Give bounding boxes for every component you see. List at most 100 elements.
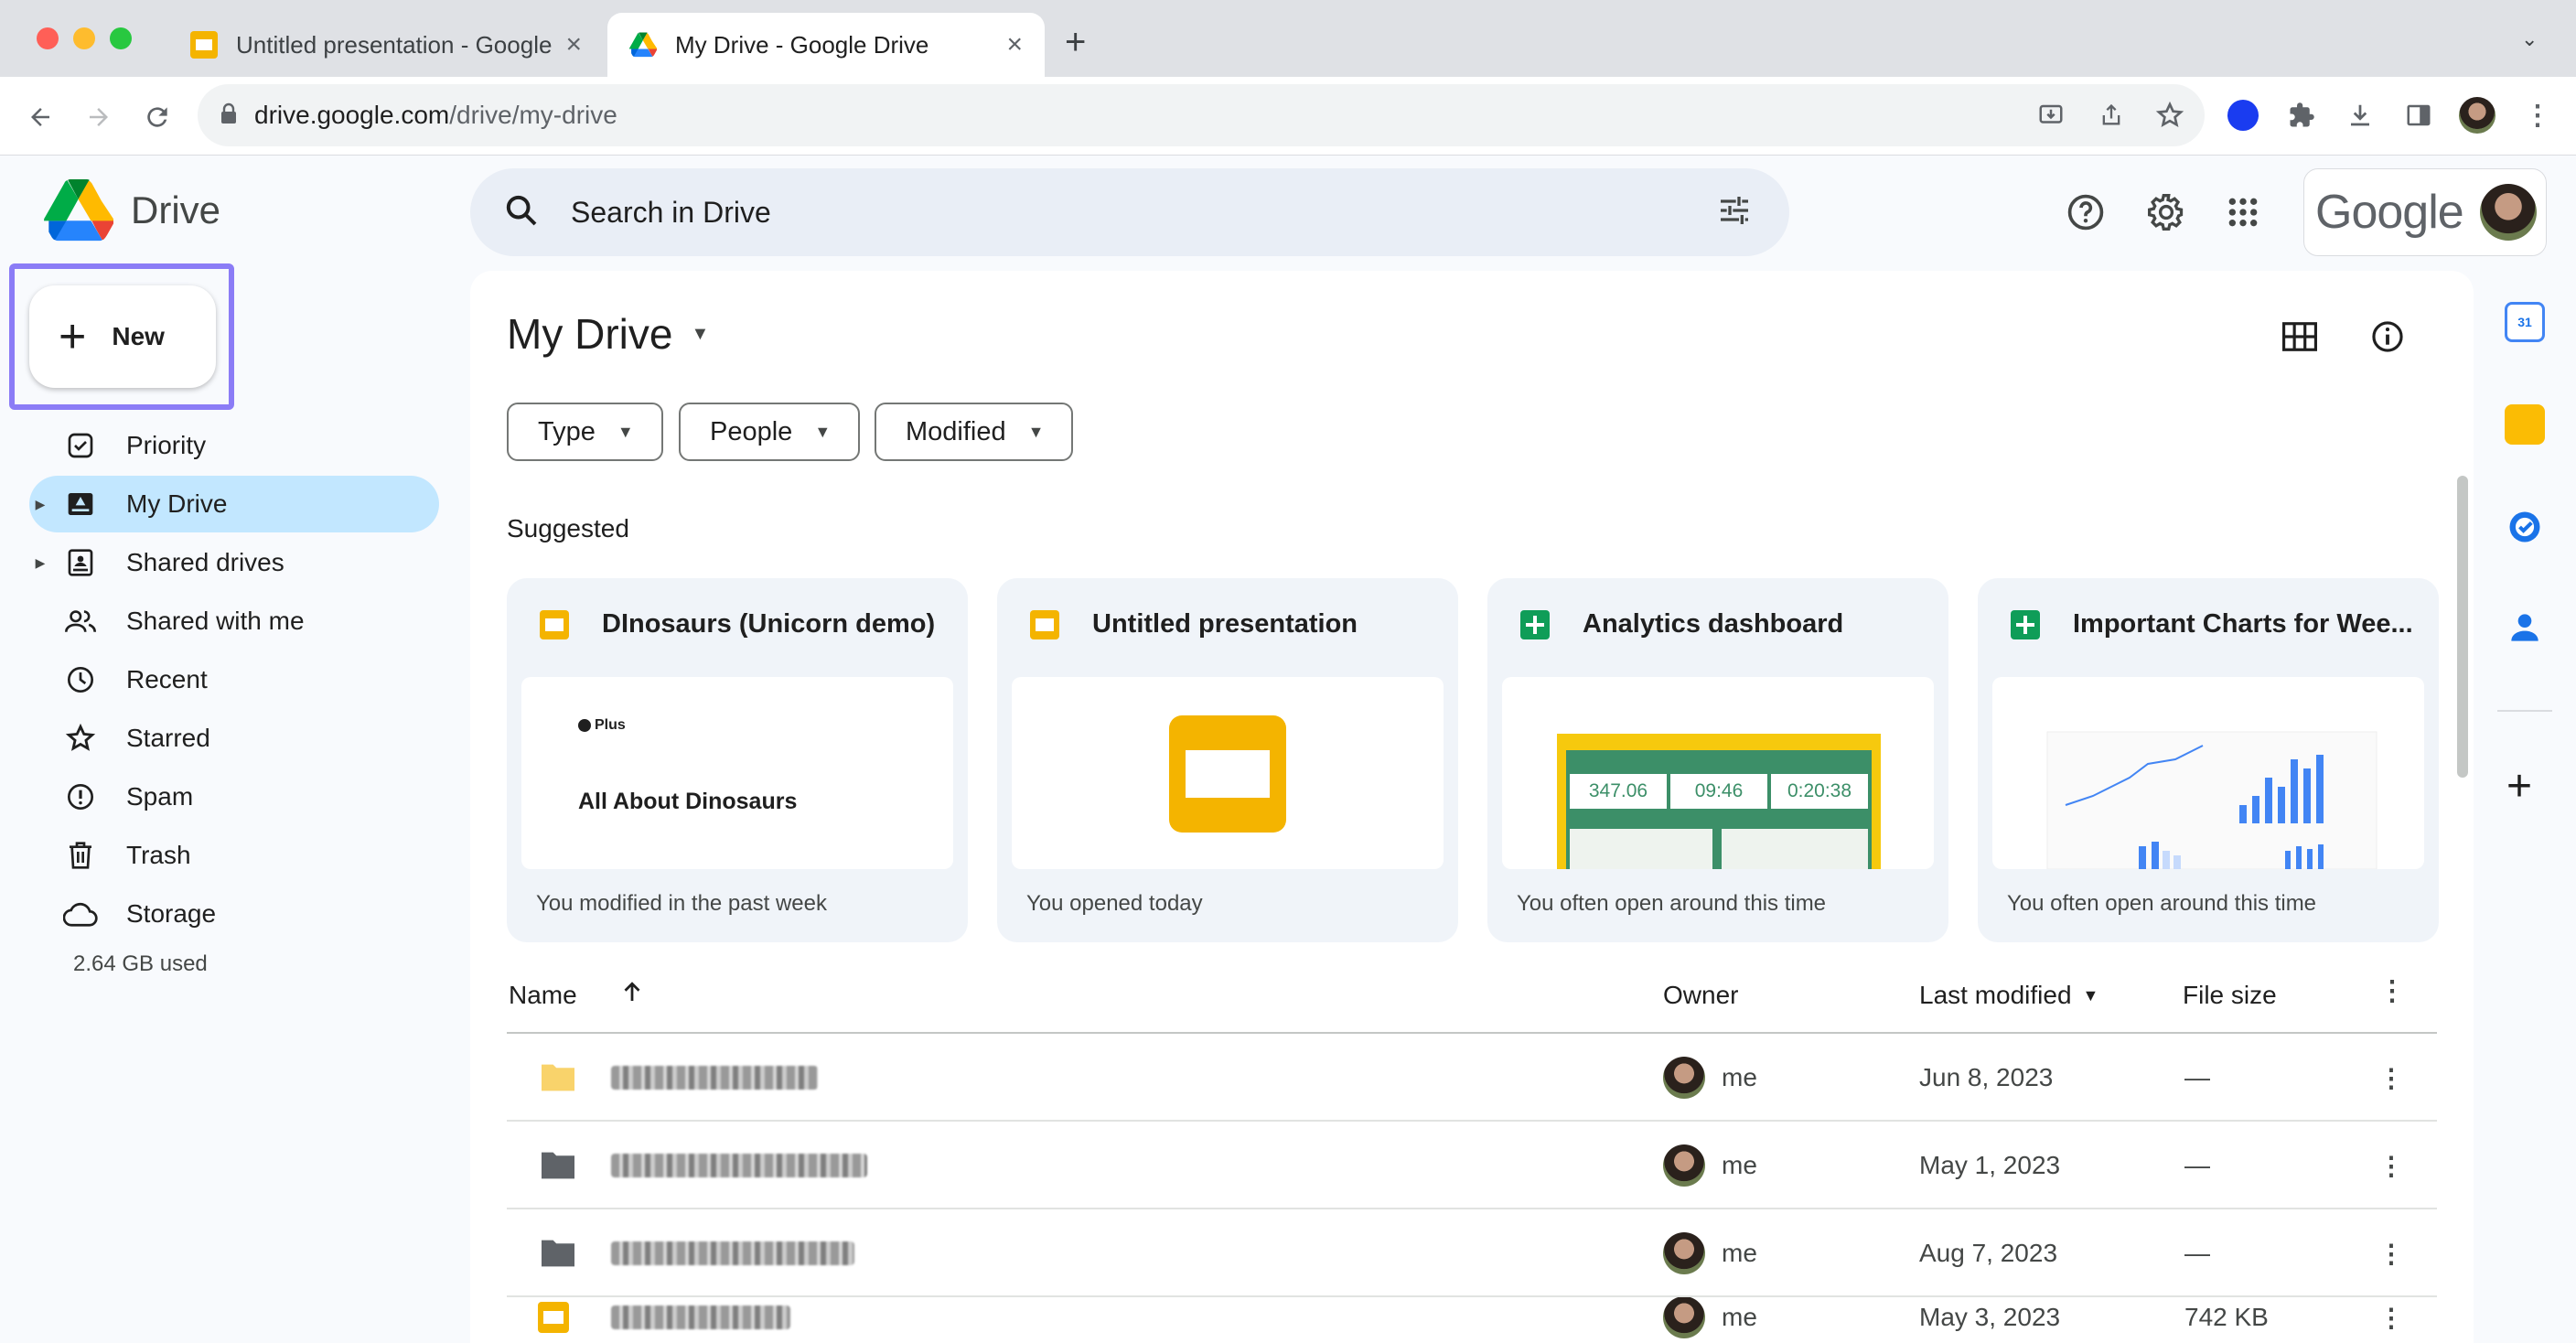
search-icon[interactable] <box>503 192 540 233</box>
file-name[interactable] <box>611 1034 818 1122</box>
suggested-heading: Suggested <box>507 514 629 543</box>
row-more-actions-icon[interactable]: ⋮ <box>2378 1209 2404 1297</box>
suggested-card[interactable]: Untitled presentation You opened today <box>997 578 1458 942</box>
browser-profile-avatar[interactable] <box>2459 97 2496 134</box>
sidebar-item-storage[interactable]: Storage <box>29 886 439 942</box>
sidebar-item-recent[interactable]: Recent <box>29 651 439 708</box>
column-header-name[interactable]: Name <box>509 981 577 1010</box>
column-header-owner[interactable]: Owner <box>1663 981 1738 1010</box>
column-header-last-modified[interactable]: Last modified ▼ <box>1919 981 2098 1010</box>
file-name[interactable] <box>611 1209 854 1297</box>
expand-caret-icon[interactable]: ▶ <box>29 497 51 512</box>
table-row[interactable]: me Jun 8, 2023 — ⋮ <box>507 1034 2437 1122</box>
account-chip[interactable]: Google <box>2303 168 2547 256</box>
settings-gear-icon[interactable] <box>2141 187 2192 238</box>
address-bar[interactable]: drive.google.com/drive/my-drive <box>198 84 2205 146</box>
info-icon[interactable] <box>2362 311 2413 362</box>
browser-tab-drive[interactable]: My Drive - Google Drive × <box>607 13 1045 77</box>
search-bar[interactable]: Search in Drive <box>470 168 1789 256</box>
contacts-icon[interactable] <box>2505 607 2545 648</box>
filter-label: People <box>710 416 793 446</box>
app-name[interactable]: Drive <box>131 188 220 232</box>
shared-with-me-icon <box>62 603 99 639</box>
suggested-card[interactable]: Important Charts for Wee... You often op… <box>1978 578 2439 942</box>
sidebar-item-shared-with-me[interactable]: Shared with me <box>29 593 439 650</box>
keep-icon[interactable] <box>2505 404 2545 445</box>
column-header-file-size[interactable]: File size <box>2183 981 2277 1010</box>
grid-view-icon[interactable] <box>2274 311 2325 362</box>
help-icon[interactable] <box>2060 187 2111 238</box>
table-row[interactable]: me May 3, 2023 742 KB ⋮ <box>507 1297 2437 1343</box>
side-panel-toggle-icon[interactable] <box>2397 93 2441 137</box>
metric-value: 09:46 <box>1670 774 1767 809</box>
extension-compass-icon[interactable] <box>2221 93 2265 137</box>
suggested-card[interactable]: Analytics dashboard 347.06 09:46 0:20:38… <box>1487 578 1948 942</box>
owner-cell: me <box>1663 1122 1757 1209</box>
sidebar-item-trash[interactable]: Trash <box>29 827 439 884</box>
browser-tab-slides[interactable]: Untitled presentation - Google Slides × <box>168 13 604 77</box>
google-apps-grid-icon[interactable] <box>2217 187 2269 238</box>
install-app-icon[interactable] <box>2029 93 2073 137</box>
table-row[interactable]: me Aug 7, 2023 — ⋮ <box>507 1209 2437 1297</box>
search-options-icon[interactable] <box>1716 192 1753 233</box>
new-button-label: New <box>112 322 165 350</box>
bookmark-star-icon[interactable] <box>2148 93 2192 137</box>
close-window-button[interactable] <box>37 27 59 49</box>
share-page-icon[interactable] <box>2089 93 2133 137</box>
file-size: — <box>2184 1239 2210 1267</box>
filter-modified[interactable]: Modified ▼ <box>875 403 1074 461</box>
card-thumbnail <box>1012 677 1444 869</box>
new-tab-button[interactable]: + <box>1065 22 1086 63</box>
add-addon-plus-icon[interactable]: + <box>2506 765 2532 809</box>
close-tab-icon[interactable]: × <box>565 29 582 60</box>
table-row[interactable]: me May 1, 2023 — ⋮ <box>507 1122 2437 1209</box>
tab-search-chevron-icon[interactable]: ⌄ <box>2521 27 2538 51</box>
calendar-icon[interactable]: 31 <box>2505 302 2545 342</box>
search-input[interactable]: Search in Drive <box>571 196 1716 230</box>
page-title-button[interactable]: My Drive ▼ <box>507 309 709 359</box>
filter-type[interactable]: Type ▼ <box>507 403 663 461</box>
sidebar-item-my-drive[interactable]: ▶ My Drive <box>29 476 439 532</box>
tasks-icon[interactable] <box>2505 507 2545 547</box>
minimize-window-button[interactable] <box>73 27 95 49</box>
extensions-puzzle-icon[interactable] <box>2280 93 2324 137</box>
owner-name: me <box>1722 1063 1757 1091</box>
sidebar-item-starred[interactable]: Starred <box>29 710 439 767</box>
expand-caret-icon[interactable]: ▶ <box>29 555 51 571</box>
drive-logo-icon[interactable] <box>44 179 117 243</box>
back-button[interactable] <box>15 91 66 143</box>
file-name[interactable] <box>611 1297 790 1343</box>
charts-preview <box>2046 731 2377 869</box>
card-title: Untitled presentation <box>1092 609 1358 639</box>
sidebar-item-label: Priority <box>126 431 207 459</box>
list-options-icon[interactable]: ⋮ <box>2378 975 2406 1007</box>
filter-people[interactable]: People ▼ <box>679 403 861 461</box>
tab-title: Untitled presentation - Google Slides <box>236 30 553 59</box>
maximize-window-button[interactable] <box>110 27 132 49</box>
downloads-icon[interactable] <box>2338 93 2382 137</box>
file-name[interactable] <box>611 1122 867 1209</box>
card-thumbnail: Plus All About Dinosaurs <box>521 677 953 869</box>
sidebar-item-priority[interactable]: Priority <box>29 417 439 474</box>
page-title: My Drive <box>507 310 673 358</box>
forward-button[interactable] <box>73 91 124 143</box>
row-more-actions-icon[interactable]: ⋮ <box>2378 1122 2404 1209</box>
last-modified: Jun 8, 2023 <box>1919 1063 2054 1091</box>
sort-ascending-icon[interactable] <box>618 977 646 1013</box>
star-icon <box>62 720 99 757</box>
row-more-actions-icon[interactable]: ⋮ <box>2378 1297 2404 1343</box>
sidebar-item-label: Spam <box>126 782 194 811</box>
new-button[interactable]: + New <box>29 285 216 388</box>
suggested-card[interactable]: DInosaurs (Unicorn demo) Plus All About … <box>507 578 968 942</box>
sidebar-item-shared-drives[interactable]: ▶ Shared drives <box>29 534 439 591</box>
row-more-actions-icon[interactable]: ⋮ <box>2378 1034 2404 1122</box>
sidebar-item-label: Shared with me <box>126 607 305 635</box>
browser-menu-icon[interactable]: ⋮ <box>2516 93 2560 137</box>
sidebar-item-spam[interactable]: Spam <box>29 768 439 825</box>
card-title: Analytics dashboard <box>1583 609 1844 639</box>
scrollbar[interactable] <box>2457 476 2468 778</box>
reload-button[interactable] <box>132 91 183 143</box>
sidebar-item-label: Recent <box>126 665 208 693</box>
account-avatar[interactable] <box>2479 184 2537 241</box>
close-tab-icon[interactable]: × <box>1006 29 1023 60</box>
